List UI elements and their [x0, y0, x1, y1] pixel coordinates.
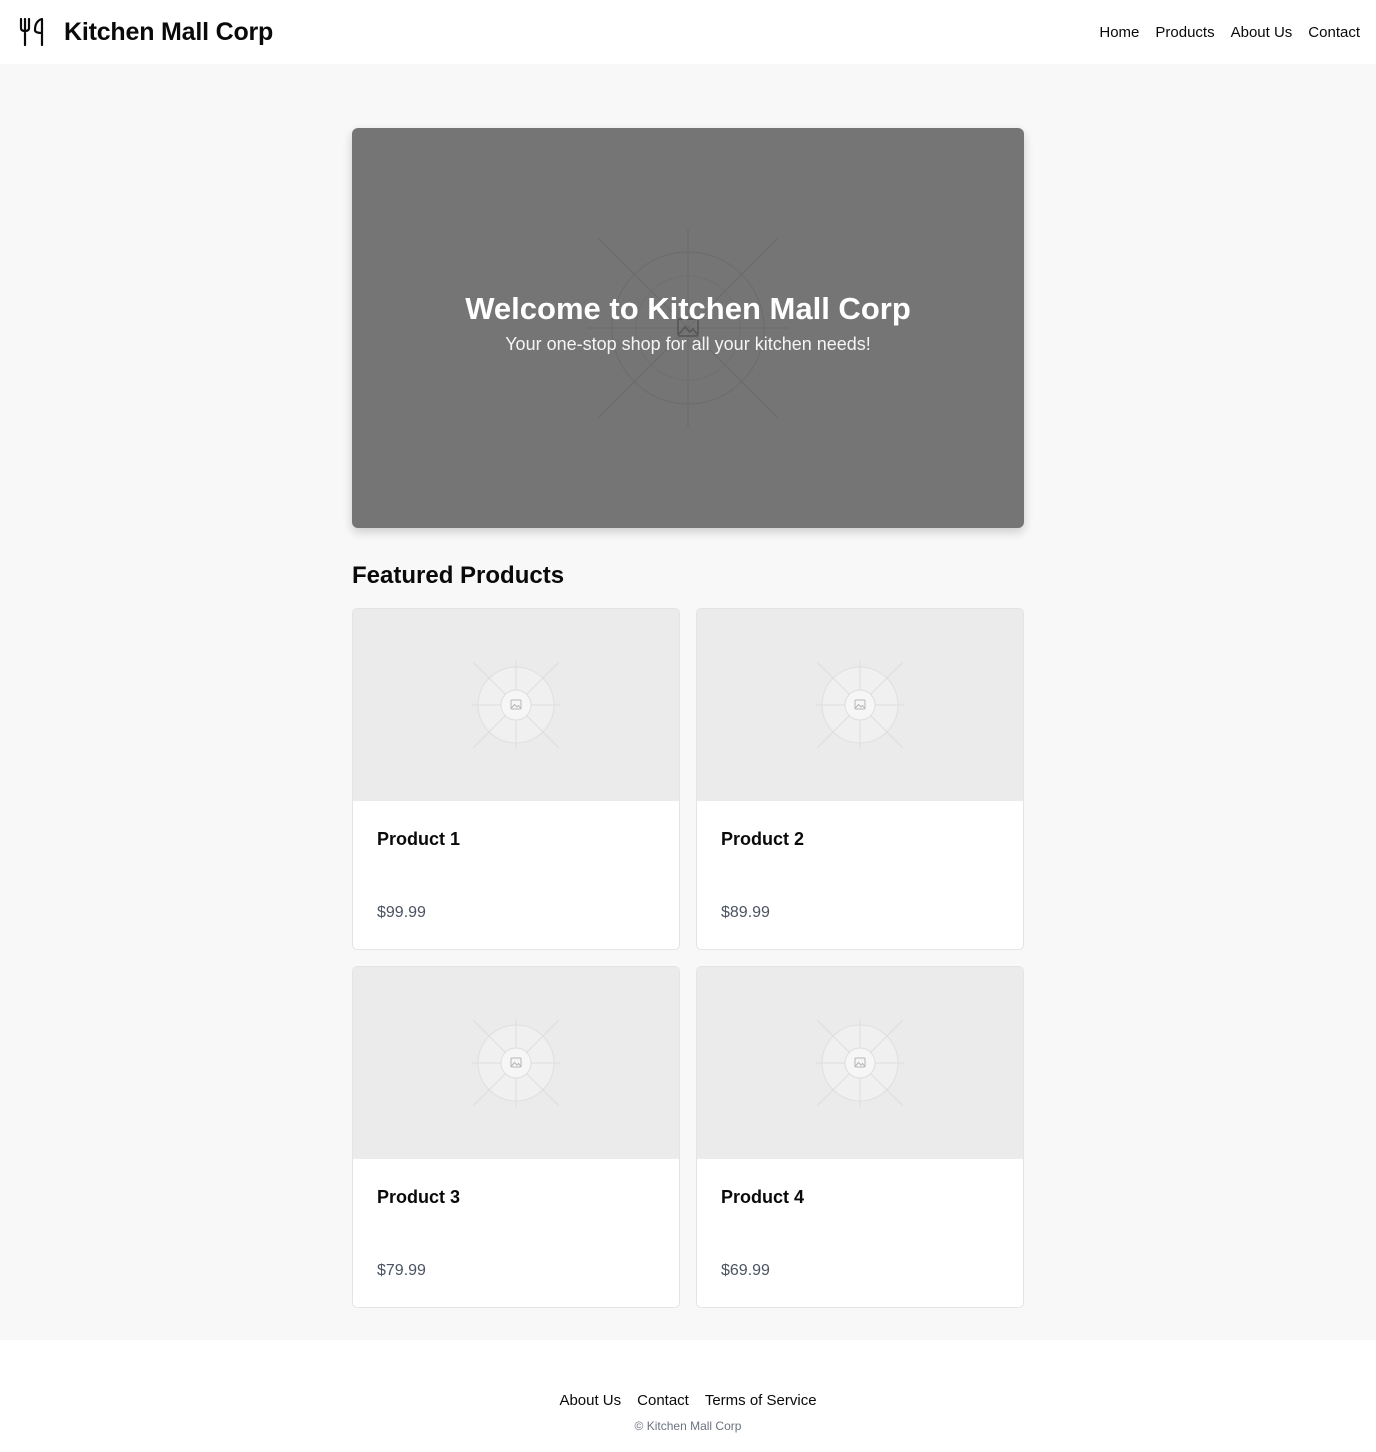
footer-link-about-us[interactable]: About Us [559, 1392, 621, 1409]
nav-contact[interactable]: Contact [1308, 24, 1360, 41]
image-placeholder-icon [816, 1019, 904, 1107]
main-nav: Home Products About Us Contact [1099, 24, 1360, 41]
nav-about-us[interactable]: About Us [1231, 24, 1293, 41]
nav-home[interactable]: Home [1099, 24, 1139, 41]
brand-name[interactable]: Kitchen Mall Corp [64, 18, 273, 47]
featured-products-title: Featured Products [352, 562, 565, 589]
footer-links: About Us Contact Terms of Service [0, 1392, 1376, 1409]
image-placeholder-icon [472, 1019, 560, 1107]
product-name[interactable]: Product 2 [721, 829, 804, 850]
product-price: $89.99 [721, 904, 770, 921]
product-price: $79.99 [377, 1262, 426, 1279]
brand[interactable]: Kitchen Mall Corp [18, 17, 273, 47]
product-card[interactable]: Product 2 $89.99 [696, 608, 1024, 950]
nav-products[interactable]: Products [1155, 24, 1214, 41]
product-image[interactable] [353, 609, 679, 801]
hero-text: Welcome to Kitchen Mall Corp Your one-st… [352, 290, 1024, 355]
fork-knife-icon [19, 17, 44, 47]
product-name[interactable]: Product 3 [377, 1187, 460, 1208]
product-price: $99.99 [377, 904, 426, 921]
product-image[interactable] [697, 609, 1023, 801]
product-image[interactable] [353, 967, 679, 1159]
product-name[interactable]: Product 1 [377, 829, 460, 850]
product-image[interactable] [697, 967, 1023, 1159]
product-price: $69.99 [721, 1262, 770, 1279]
product-card[interactable]: Product 3 $79.99 [352, 966, 680, 1308]
image-placeholder-icon [472, 661, 560, 749]
footer-link-terms[interactable]: Terms of Service [705, 1392, 817, 1409]
hero-subtitle: Your one-stop shop for all your kitchen … [505, 334, 871, 354]
image-placeholder-icon [816, 661, 904, 749]
hero-banner: Welcome to Kitchen Mall Corp Your one-st… [352, 128, 1024, 528]
site-header: Kitchen Mall Corp Home Products About Us… [0, 0, 1376, 64]
copyright: © Kitchen Mall Corp [634, 1419, 742, 1433]
product-name[interactable]: Product 4 [721, 1187, 804, 1208]
product-card[interactable]: Product 1 $99.99 [352, 608, 680, 950]
footer-link-contact[interactable]: Contact [637, 1392, 689, 1409]
hero-title: Welcome to Kitchen Mall Corp [465, 291, 911, 326]
product-card[interactable]: Product 4 $69.99 [696, 966, 1024, 1308]
site-footer: About Us Contact Terms of Service © Kitc… [0, 1340, 1376, 1452]
